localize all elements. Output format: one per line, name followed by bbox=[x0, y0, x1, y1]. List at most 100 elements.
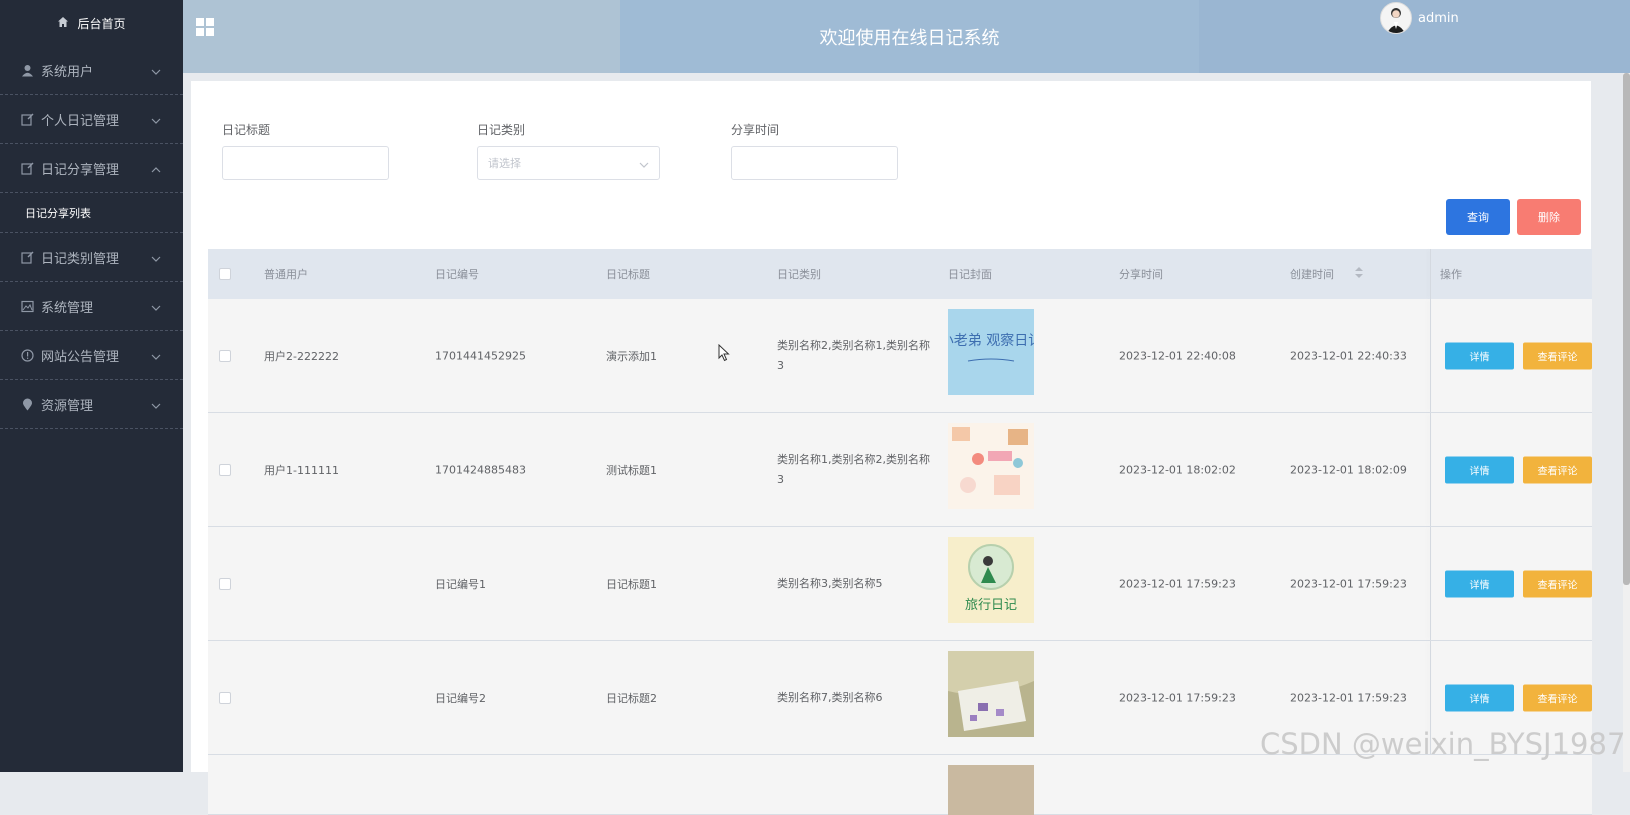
sidebar-item-label: 网站公告管理 bbox=[41, 349, 120, 365]
col-header-actions: 操作 bbox=[1440, 268, 1462, 281]
cell-id: 1701441452925 bbox=[435, 349, 526, 362]
cell-category: 类别名称3,类别名称5 bbox=[777, 576, 883, 590]
chevron-down-icon bbox=[151, 113, 161, 128]
row-checkbox[interactable] bbox=[219, 349, 231, 362]
filter-title-label: 日记标题 bbox=[222, 123, 271, 137]
main-panel: 日记标题 日记类别 请选择 分享时间 查询 删除 普通用户 日记编号 日记标题 … bbox=[191, 81, 1592, 815]
diary-title-input[interactable] bbox=[222, 146, 389, 180]
edit-icon bbox=[20, 250, 34, 264]
edit-icon bbox=[20, 161, 34, 175]
mouse-cursor-icon bbox=[718, 343, 730, 365]
chevron-down-icon bbox=[151, 398, 161, 413]
actions-column-divider bbox=[1430, 299, 1431, 412]
col-header-share-time: 分享时间 bbox=[1119, 268, 1163, 281]
view-comments-button[interactable]: 查看评论 bbox=[1523, 456, 1592, 483]
col-header-cover: 日记封面 bbox=[948, 268, 992, 281]
cover-image[interactable]: 小老弟 观察日记 bbox=[948, 309, 1034, 395]
user-menu[interactable]: admin bbox=[1380, 2, 1459, 34]
cover-image[interactable]: 旅行日记 bbox=[948, 537, 1034, 623]
cell-id: 日记编号1 bbox=[435, 577, 486, 591]
chevron-up-icon bbox=[151, 162, 161, 177]
sidebar-item-system-management[interactable]: 系统管理 bbox=[0, 282, 183, 331]
cell-share-time: 2023-12-01 22:40:08 bbox=[1119, 349, 1236, 362]
delete-button[interactable]: 删除 bbox=[1517, 199, 1581, 235]
col-header-id: 日记编号 bbox=[435, 268, 479, 281]
edit-icon bbox=[20, 112, 34, 126]
detail-button[interactable]: 详情 bbox=[1445, 456, 1514, 483]
diary-category-select[interactable]: 请选择 bbox=[477, 146, 660, 180]
username: admin bbox=[1418, 10, 1459, 26]
filter-category-label: 日记类别 bbox=[477, 123, 526, 137]
avatar bbox=[1380, 2, 1412, 34]
col-header-user: 普通用户 bbox=[264, 268, 308, 281]
sidebar-item-system-users[interactable]: 系统用户 bbox=[0, 46, 183, 95]
page-scrollbar[interactable] bbox=[1623, 73, 1630, 772]
header-title: 欢迎使用在线日记系统 bbox=[620, 0, 1199, 73]
sidebar-item-resources[interactable]: 资源管理 bbox=[0, 380, 183, 429]
sidebar-item-label: 资源管理 bbox=[41, 398, 94, 414]
chevron-down-icon bbox=[639, 158, 649, 171]
view-comments-button[interactable]: 查看评论 bbox=[1523, 570, 1592, 597]
view-comments-button[interactable]: 查看评论 bbox=[1523, 684, 1592, 711]
cell-category: 类别名称7,类别名称6 bbox=[777, 690, 883, 704]
cover-text: 小老弟 观察日记 bbox=[948, 332, 1034, 349]
info-icon bbox=[20, 348, 34, 362]
search-button[interactable]: 查询 bbox=[1446, 199, 1510, 235]
actions-column-divider bbox=[1430, 249, 1431, 299]
sidebar-subitem-share-list[interactable]: 日记分享列表 bbox=[0, 193, 183, 233]
sidebar-item-label: 系统管理 bbox=[41, 300, 94, 316]
sidebar-subitem-label: 日记分享列表 bbox=[25, 206, 91, 220]
table-row: 用户1-111111 1701424885483 测试标题1 类别名称1,类别名… bbox=[208, 413, 1592, 527]
sidebar-item-diary-share[interactable]: 日记分享管理 bbox=[0, 144, 183, 193]
cell-create-time: 2023-12-01 17:59:23 bbox=[1290, 691, 1407, 704]
select-all-checkbox[interactable] bbox=[219, 268, 231, 280]
sidebar-item-diary-category[interactable]: 日记类别管理 bbox=[0, 233, 183, 282]
chevron-down-icon bbox=[151, 64, 161, 79]
table-row bbox=[208, 755, 1592, 815]
location-icon bbox=[20, 397, 34, 411]
sidebar-item-label: 日记类别管理 bbox=[41, 251, 120, 267]
cover-text: 旅行日记 bbox=[965, 598, 1017, 613]
chevron-down-icon bbox=[151, 300, 161, 315]
detail-button[interactable]: 详情 bbox=[1445, 684, 1514, 711]
cell-create-time: 2023-12-01 17:59:23 bbox=[1290, 577, 1407, 590]
filter-share-time-label: 分享时间 bbox=[731, 123, 780, 137]
category-select-placeholder: 请选择 bbox=[488, 157, 521, 170]
row-checkbox[interactable] bbox=[219, 577, 231, 590]
col-header-create-time[interactable]: 创建时间 bbox=[1290, 266, 1334, 282]
share-time-input[interactable] bbox=[731, 146, 898, 180]
sidebar-item-label: 日记分享管理 bbox=[41, 162, 120, 178]
table-row: 日记编号1 日记标题1 类别名称3,类别名称5 旅行日记 2023-12-01 … bbox=[208, 527, 1592, 641]
header-left bbox=[183, 0, 620, 73]
sort-icon[interactable] bbox=[1355, 267, 1363, 281]
grid-menu-icon[interactable] bbox=[195, 17, 215, 40]
cover-image[interactable] bbox=[948, 651, 1034, 737]
watermark: CSDN @weixin_BYSJ1987 bbox=[1260, 727, 1626, 761]
sidebar-home[interactable]: 后台首页 bbox=[0, 0, 183, 46]
row-checkbox[interactable] bbox=[219, 691, 231, 704]
detail-button[interactable]: 详情 bbox=[1445, 570, 1514, 597]
cell-share-time: 2023-12-01 17:59:23 bbox=[1119, 577, 1236, 590]
chevron-down-icon bbox=[151, 251, 161, 266]
cell-create-time: 2023-12-01 18:02:09 bbox=[1290, 463, 1407, 476]
cell-category: 类别名称1,类别名称2,类别名称3 bbox=[777, 452, 930, 486]
sidebar-item-personal-diary[interactable]: 个人日记管理 bbox=[0, 95, 183, 144]
cover-image[interactable] bbox=[948, 423, 1034, 509]
row-checkbox[interactable] bbox=[219, 463, 231, 476]
cell-title: 测试标题1 bbox=[606, 463, 657, 477]
detail-button[interactable]: 详情 bbox=[1445, 342, 1514, 369]
scrollbar-thumb[interactable] bbox=[1623, 73, 1630, 585]
sidebar-item-announcements[interactable]: 网站公告管理 bbox=[0, 331, 183, 380]
view-comments-button[interactable]: 查看评论 bbox=[1523, 342, 1592, 369]
top-header: 欢迎使用在线日记系统 admin bbox=[183, 0, 1630, 73]
sidebar: 后台首页 系统用户 个人日记管理 日记分享管理 日记分享列表 日记类别管理 系统… bbox=[0, 0, 183, 772]
sidebar-item-label: 个人日记管理 bbox=[41, 113, 120, 129]
actions-column-divider bbox=[1430, 413, 1431, 526]
home-icon bbox=[57, 16, 69, 31]
cell-title: 日记标题2 bbox=[606, 691, 657, 705]
cell-id: 1701424885483 bbox=[435, 463, 526, 476]
cell-id: 日记编号2 bbox=[435, 691, 486, 705]
header-right: admin bbox=[1199, 0, 1630, 73]
cover-image[interactable] bbox=[948, 765, 1034, 815]
sidebar-home-label: 后台首页 bbox=[77, 16, 126, 31]
